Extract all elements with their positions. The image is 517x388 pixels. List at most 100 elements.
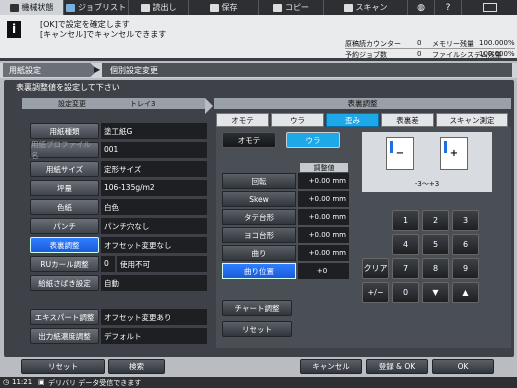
density-adjust-value: デフォルト [101,328,207,344]
breadcrumb-item-individual-setting: 個別設定変更 [102,63,512,77]
key-0[interactable]: 0 [392,282,419,303]
side-back-button[interactable]: ウラ [286,132,340,148]
paper-size-value: 定形サイズ [101,161,207,177]
adjust-panel: 表裏調整 オモテ ウラ 歪み 表裏差 スキャン測定 オモテ ウラ 調整値 回転 … [214,98,511,348]
bend-position-button[interactable]: 曲り位置 [222,263,296,279]
save-icon [209,3,219,12]
side-front-button[interactable]: オモテ [222,132,276,148]
recall-icon [140,3,150,12]
tab-label: スキャン [355,3,388,12]
value-number: +0.00 [308,249,331,257]
reset-values-button[interactable]: リセット [222,321,292,337]
weight-button[interactable]: 坪量 [30,180,99,196]
tab-copy[interactable]: コピー [259,0,324,15]
tab-recall[interactable]: 読出し [129,0,189,15]
rotation-value: +0.00 mm [298,173,349,189]
chart-adjust-button[interactable]: チャート調整 [222,300,292,316]
search-button[interactable]: 検索 [108,359,165,374]
punch-button[interactable]: パンチ [30,218,99,234]
help-button[interactable]: ? [435,0,462,15]
tab-scan[interactable]: スキャン [324,0,408,15]
decrement-key[interactable]: ▼ [422,282,449,303]
punch-value: パンチ穴なし [101,218,207,234]
rotation-button[interactable]: 回転 [222,173,296,189]
window-icon [482,3,497,12]
minus-sign: − [395,148,405,159]
key-3[interactable]: 3 [452,210,479,231]
globe-button[interactable]: ◍ [408,0,435,15]
tab-save[interactable]: 保存 [189,0,259,15]
key-1[interactable]: 1 [392,210,419,231]
key-8[interactable]: 8 [422,258,449,279]
value-unit: mm [332,249,346,257]
expert-adjust-value: オフセット変更あり [101,309,207,325]
tab-front[interactable]: オモテ [216,113,269,127]
tab-back[interactable]: ウラ [271,113,324,127]
key-2[interactable]: 2 [422,210,449,231]
bend-button[interactable]: 曲り [222,245,296,261]
key-6[interactable]: 6 [452,234,479,255]
status-row: 原稿読カウンター 0 メモリー残量 100.000% [345,39,515,49]
reset-button[interactable]: リセット [21,359,105,374]
expert-adjust-button[interactable]: エキスパート調整 [30,309,99,325]
front-back-adjust-button[interactable]: 表裏調整 [30,237,99,253]
bend-position-value: +0 [298,263,349,279]
tab-difference[interactable]: 表裏差 [381,113,434,127]
breadcrumb-item-paper-setting[interactable]: 用紙設定 [3,63,98,77]
paper-size-button[interactable]: 用紙サイズ [30,161,99,177]
color-button[interactable]: 色紙 [30,199,99,215]
tab-job-list[interactable]: ジョブリスト [64,0,129,15]
feed-setting-button[interactable]: 給紙さばき設定 [30,275,99,291]
tab-scan-measure[interactable]: スキャン測定 [436,113,508,127]
register-ok-button[interactable]: 登録 & OK [366,359,428,374]
key-4[interactable]: 4 [392,234,419,255]
key-7[interactable]: 7 [392,258,419,279]
range-label: -3～+3 [414,180,440,188]
setting-row-density: 出力紙濃度調整 デフォルト [30,328,208,344]
help-icon: ? [445,2,451,13]
plus-sign: + [449,148,459,159]
clear-key[interactable]: クリア [362,258,389,279]
weight-value: 106-135g/m2 [101,180,207,196]
ok-button[interactable]: OK [432,359,494,374]
top-tab-bar: 機械状態 ジョブリスト 読出し 保存 コピー スキャン ◍ ? [0,0,517,15]
horizontal-trapezoid-button[interactable]: ヨコ台形 [222,227,296,243]
adjust-header: 表裏調整 [214,98,511,109]
paper-type-button[interactable]: 用紙種類 [30,123,99,139]
chevron-right-icon: ▶ [94,65,101,74]
value-number: +0.00 [308,213,331,221]
paper-profile-button[interactable]: 用紙プロファイル名 [30,140,99,160]
tab-label: 機械状態 [21,3,54,12]
status-label: メモリー残量 [432,40,474,48]
value-row-bend: 曲り +0.00 mm [222,245,349,261]
status-value: 0 [417,50,422,58]
key-5[interactable]: 5 [422,234,449,255]
ru-curl-button[interactable]: RUカール調整 [30,256,99,272]
value-unit: mm [332,231,346,239]
density-adjust-button[interactable]: 出力紙濃度調整 [30,328,99,344]
tab-machine-status[interactable]: 機械状態 [0,0,64,15]
window-button[interactable] [462,0,517,15]
status-value: 0 [417,39,422,47]
tab-label: 読出し [152,3,177,12]
skew-button[interactable]: Skew [222,191,296,207]
plus-minus-key[interactable]: +/− [362,282,389,303]
front-back-adjust-value: オフセット変更なし [101,237,207,253]
value-row-horizontal-trapezoid: ヨコ台形 +0.00 mm [222,227,349,243]
settings-panel: 設定変更 トレイ3 用紙種類 塗工紙G 用紙プロファイル名 001 用紙サイズ … [22,98,208,348]
app-window: 機械状態 ジョブリスト 読出し 保存 コピー スキャン ◍ ? i [OK]で設… [0,0,517,388]
preview-page-back: + [440,137,468,170]
increment-key[interactable]: ▲ [452,282,479,303]
cancel-button[interactable]: キャンセル [300,359,362,374]
key-9[interactable]: 9 [452,258,479,279]
value-number: +0.00 [308,231,331,239]
status-label: 原稿読カウンター [345,40,401,48]
tab-label: ジョブリスト [78,3,126,12]
horizontal-trapezoid-value: +0.00 mm [298,227,349,243]
tab-distortion[interactable]: 歪み [326,113,379,127]
settings-header: 設定変更 トレイ3 [22,98,205,109]
value-row-bend-position: 曲り位置 +0 [222,263,349,279]
vertical-trapezoid-button[interactable]: タテ台形 [222,209,296,225]
message-line-2: [キャンセル]でキャンセルできます [40,30,167,39]
bottom-bar: リセット 検索 キャンセル 登録 & OK OK [0,357,517,377]
